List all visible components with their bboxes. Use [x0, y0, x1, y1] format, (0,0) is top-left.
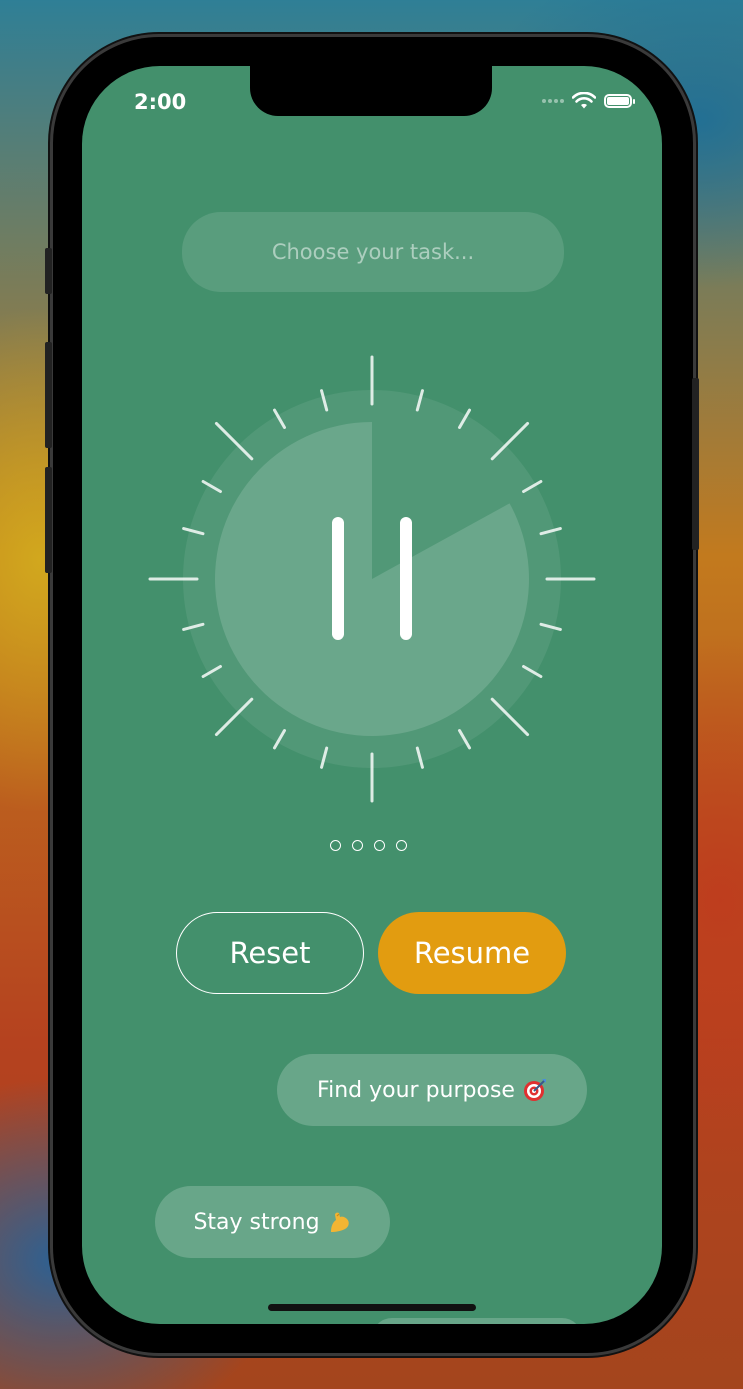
dial-tick: [458, 408, 471, 429]
dial-ticks: [148, 355, 596, 803]
battery-icon: [604, 94, 635, 108]
notch: [250, 66, 492, 116]
dial-tick: [458, 729, 471, 750]
reset-button[interactable]: Reset: [176, 912, 364, 994]
page-indicator[interactable]: [330, 840, 407, 851]
dial-tick: [539, 527, 562, 536]
message-bubble: Find your purpose: [277, 1054, 587, 1126]
dial-tick: [273, 729, 286, 750]
pause-icon[interactable]: [332, 517, 412, 640]
mute-switch: [45, 248, 52, 294]
app-screen: 2:00 Reset Resume Find your purpose: [82, 66, 662, 1324]
dial-tick: [201, 480, 222, 493]
target-icon: [523, 1079, 546, 1101]
dial-tick: [214, 421, 254, 461]
resume-button[interactable]: Resume: [378, 912, 566, 994]
dial-tick: [522, 480, 543, 493]
page-dot[interactable]: [396, 840, 407, 851]
volume-down-button: [45, 467, 52, 573]
dial-tick: [522, 665, 543, 678]
message-bubble: Stay strong: [155, 1186, 390, 1258]
dial-tick: [182, 622, 205, 631]
task-input[interactable]: [182, 212, 564, 292]
dial-tick: [490, 421, 530, 461]
dial-tick: [182, 527, 205, 536]
dial-tick: [320, 389, 329, 412]
page-dot[interactable]: [374, 840, 385, 851]
dial-tick: [539, 622, 562, 631]
message-bubble-partial: [372, 1318, 582, 1324]
remaining-time-sector: [214, 422, 529, 736]
flexed-biceps-icon: [330, 1212, 349, 1232]
message-text: Stay strong: [193, 1209, 320, 1235]
dial-tick: [201, 665, 222, 678]
page-dot[interactable]: [330, 840, 341, 851]
dial-background: [183, 390, 561, 768]
status-time: 2:00: [134, 90, 187, 114]
dial-tick: [415, 389, 424, 412]
dial-tick: [415, 746, 424, 769]
volume-up-button: [45, 342, 52, 448]
dial-tick: [320, 746, 329, 769]
message-text: Find your purpose: [317, 1077, 515, 1103]
status-icons: [542, 92, 635, 110]
home-indicator[interactable]: [268, 1304, 476, 1311]
dial-tick: [214, 697, 254, 737]
page-dot[interactable]: [352, 840, 363, 851]
wifi-icon: [572, 92, 596, 109]
cellular-signal-icon: [542, 99, 564, 103]
dial-tick: [490, 697, 530, 737]
dial-tick: [273, 408, 286, 429]
power-button: [692, 378, 699, 550]
